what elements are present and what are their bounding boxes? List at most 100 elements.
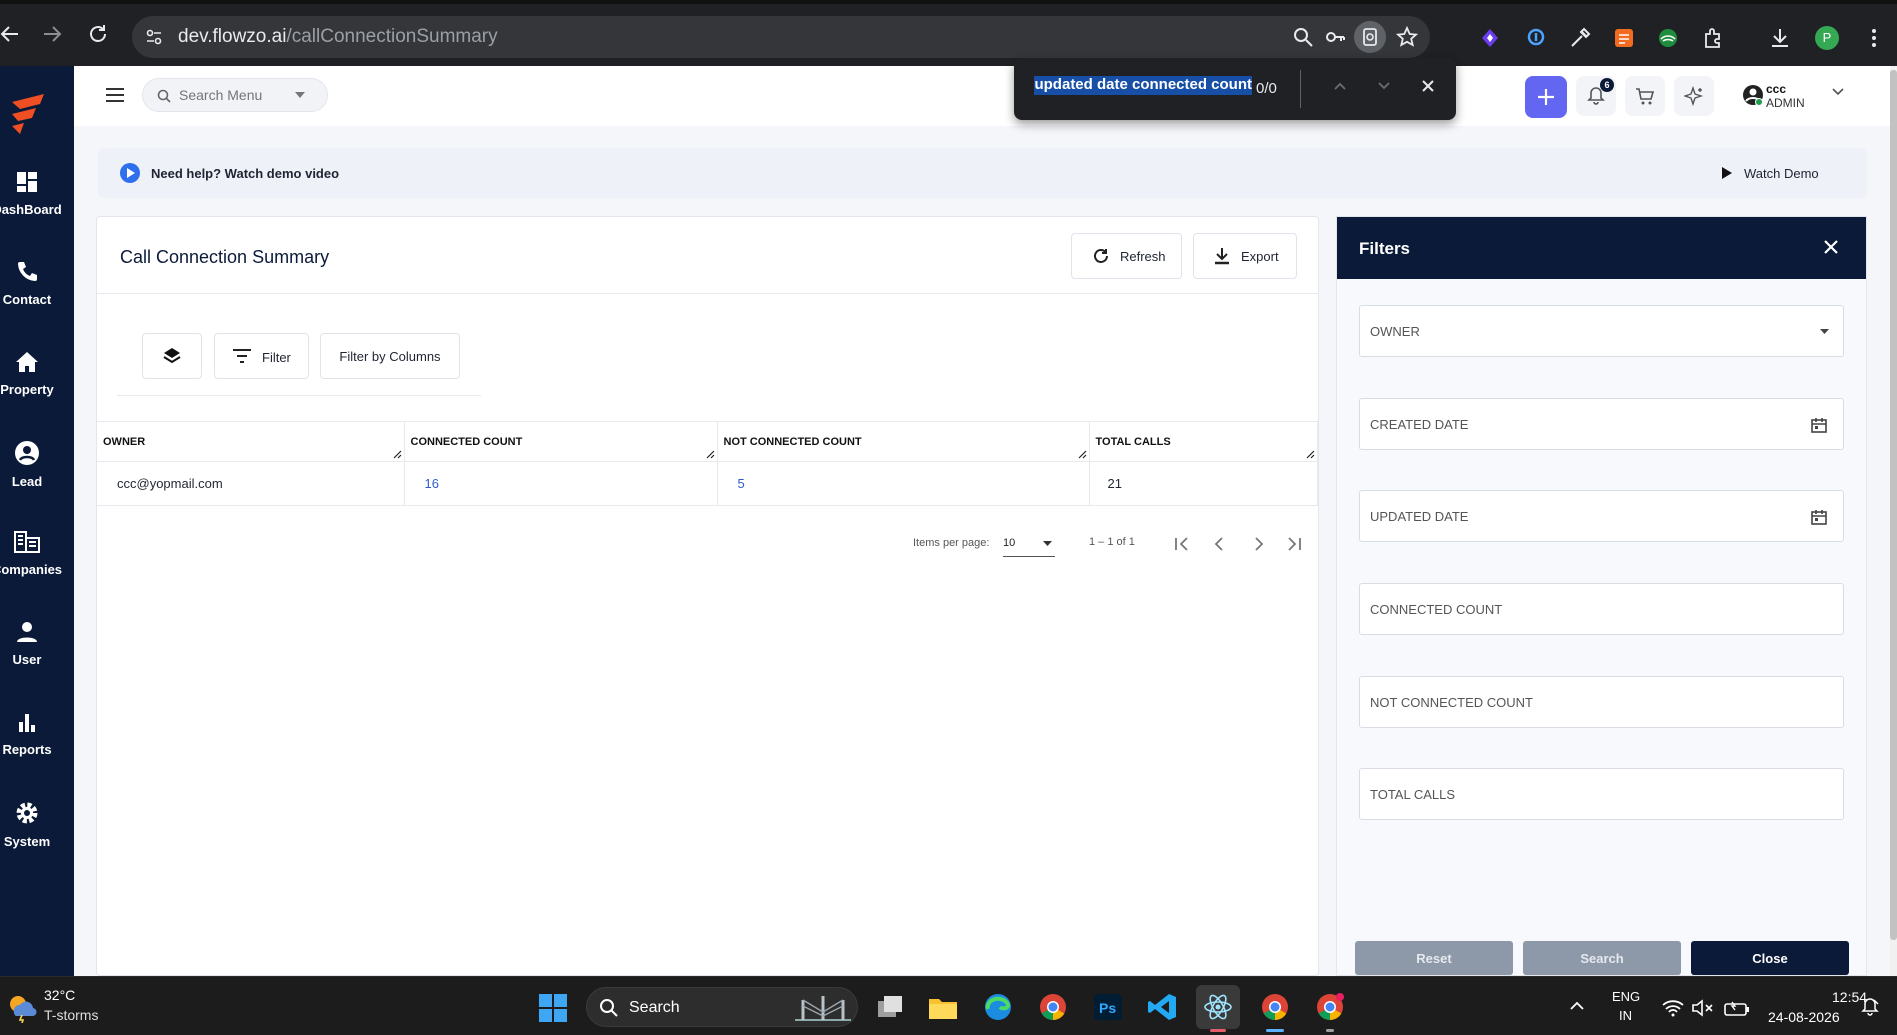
find-input[interactable]: updated date connected count: [1030, 76, 1252, 102]
site-info-icon[interactable]: [144, 27, 164, 47]
vscode-icon[interactable]: [1147, 991, 1179, 1023]
calendar-icon[interactable]: [1811, 417, 1827, 433]
speaker-muted-icon[interactable]: [1692, 999, 1714, 1017]
flowzo-logo[interactable]: [8, 92, 50, 136]
forward-arrow-icon[interactable]: [40, 22, 64, 46]
notifications-button[interactable]: 6: [1576, 76, 1616, 116]
chevron-down-icon[interactable]: [1832, 88, 1844, 96]
user-avatar[interactable]: [1742, 84, 1764, 106]
search-menu[interactable]: [142, 78, 328, 112]
taskbar-search[interactable]: Search: [586, 987, 858, 1027]
created-date-field[interactable]: CREATED DATE: [1359, 398, 1844, 450]
reload-icon[interactable]: [86, 22, 110, 46]
watch-demo-link[interactable]: Watch Demo: [1722, 166, 1819, 181]
add-button[interactable]: [1525, 76, 1567, 118]
export-button[interactable]: Export: [1193, 233, 1297, 279]
sidebar-item-dashboard[interactable]: DashBoard: [0, 170, 62, 217]
page-scrollbar[interactable]: [1890, 66, 1897, 976]
battery-charging-icon[interactable]: [1724, 999, 1750, 1017]
layers-button[interactable]: [142, 333, 202, 379]
extension-orange-icon[interactable]: [1612, 26, 1636, 50]
back-arrow-icon[interactable]: [0, 22, 22, 46]
connected-count-cell[interactable]: 16: [404, 461, 718, 506]
caret-down-icon[interactable]: [295, 92, 305, 98]
column-header-owner[interactable]: OWNER: [97, 421, 405, 462]
chrome-icon[interactable]: [1037, 991, 1069, 1023]
play-circle-icon[interactable]: [120, 163, 140, 183]
kebab-menu-icon[interactable]: [1862, 26, 1886, 50]
resize-handle-icon[interactable]: [392, 449, 402, 459]
weather-storm-icon[interactable]: [6, 991, 38, 1023]
updated-date-field[interactable]: UPDATED DATE: [1359, 490, 1844, 542]
chrome-profile-icon[interactable]: [1259, 991, 1291, 1023]
ai-sparkle-button[interactable]: [1674, 76, 1714, 116]
resize-handle-icon[interactable]: [1305, 449, 1315, 459]
last-page-icon[interactable]: [1285, 535, 1303, 553]
filter-button[interactable]: Filter: [214, 333, 309, 379]
refresh-button[interactable]: Refresh: [1071, 233, 1182, 279]
filter-by-columns-button[interactable]: Filter by Columns: [320, 333, 460, 379]
first-page-icon[interactable]: [1173, 535, 1191, 553]
column-header-connected-count[interactable]: CONNECTED COUNT: [404, 421, 718, 462]
notification-bell-icon[interactable]: [1860, 997, 1880, 1017]
color-picker-icon[interactable]: [1568, 26, 1592, 50]
connected-count-field[interactable]: CONNECTED COUNT: [1359, 583, 1844, 635]
help-text[interactable]: Need help? Watch demo video: [151, 166, 339, 181]
extensions-puzzle-icon[interactable]: [1702, 26, 1726, 50]
address-bar[interactable]: dev.flowzo.ai/callConnectionSummary: [132, 16, 1430, 58]
not-connected-count-cell[interactable]: 5: [717, 461, 1090, 506]
sidebar-item-property[interactable]: Property: [0, 350, 54, 397]
task-view-icon[interactable]: [874, 991, 906, 1023]
scrollbar-thumb[interactable]: [1890, 70, 1897, 940]
find-next-icon[interactable]: [1376, 78, 1392, 94]
find-previous-icon[interactable]: [1332, 78, 1348, 94]
edge-browser-icon[interactable]: [982, 991, 1014, 1023]
not-connected-count-field[interactable]: NOT CONNECTED COUNT: [1359, 676, 1844, 728]
profile-avatar[interactable]: P: [1815, 26, 1839, 50]
windows-start-icon[interactable]: [538, 993, 568, 1023]
extension-green-icon[interactable]: [1656, 26, 1680, 50]
sidebar-item-companies[interactable]: Companies: [0, 530, 62, 577]
items-per-page-select[interactable]: 10: [1003, 531, 1055, 557]
cart-button[interactable]: [1625, 76, 1665, 116]
find-close-icon[interactable]: [1420, 78, 1436, 94]
sidebar-item-reports[interactable]: Reports: [0, 710, 54, 757]
resize-handle-icon[interactable]: [705, 449, 715, 459]
zoom-icon[interactable]: [1292, 26, 1314, 48]
close-button[interactable]: Close: [1691, 941, 1849, 975]
chrome-profile-2-icon[interactable]: [1314, 991, 1346, 1023]
file-explorer-icon[interactable]: [927, 991, 959, 1023]
find-in-page-icon[interactable]: [1354, 21, 1386, 53]
weather-description[interactable]: T-storms: [44, 1007, 98, 1023]
clock-date[interactable]: 24-08-2026: [1768, 1009, 1840, 1025]
resize-handle-icon[interactable]: [1077, 449, 1087, 459]
column-header-total-calls[interactable]: TOTAL CALLS: [1089, 421, 1318, 462]
language-region[interactable]: IN: [1619, 1008, 1632, 1023]
total-calls-field[interactable]: TOTAL CALLS: [1359, 768, 1844, 820]
photoshop-icon[interactable]: Ps: [1092, 991, 1124, 1023]
user-name[interactable]: ccc: [1766, 82, 1786, 96]
extension-diamond-icon[interactable]: [1478, 26, 1502, 50]
weather-temperature[interactable]: 32°C: [44, 987, 75, 1003]
calendar-icon[interactable]: [1811, 509, 1827, 525]
column-header-not-connected-count[interactable]: NOT CONNECTED COUNT: [717, 421, 1090, 462]
language-code[interactable]: ENG: [1612, 989, 1640, 1004]
extension-bulb-icon[interactable]: [1524, 26, 1548, 50]
download-icon[interactable]: [1768, 26, 1792, 50]
wifi-icon[interactable]: [1662, 999, 1684, 1017]
electron-app-button[interactable]: [1196, 985, 1240, 1029]
search-button[interactable]: Search: [1523, 941, 1681, 975]
close-icon[interactable]: [1823, 239, 1839, 255]
reset-button[interactable]: Reset: [1355, 941, 1513, 975]
key-icon[interactable]: [1324, 26, 1346, 48]
search-menu-input[interactable]: [179, 85, 289, 105]
sidebar-item-lead[interactable]: Lead: [0, 440, 54, 489]
bookmark-star-icon[interactable]: [1396, 26, 1418, 48]
owner-select[interactable]: OWNER: [1359, 305, 1844, 357]
sidebar-item-contact[interactable]: Contact: [0, 260, 54, 307]
chevron-up-icon[interactable]: [1569, 1001, 1585, 1011]
next-page-icon[interactable]: [1249, 535, 1267, 553]
sidebar-item-system[interactable]: System: [0, 800, 54, 849]
sidebar-item-user[interactable]: User: [0, 620, 54, 667]
hamburger-menu-icon[interactable]: [106, 88, 124, 102]
